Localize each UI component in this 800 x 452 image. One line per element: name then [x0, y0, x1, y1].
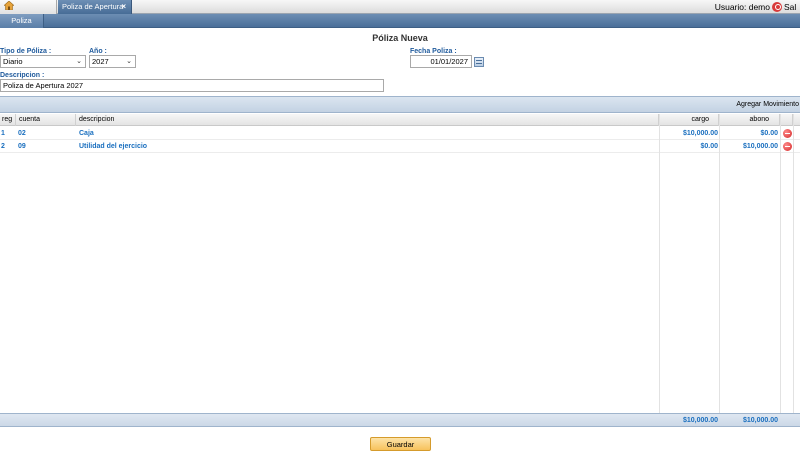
fecha-poliza-label: Fecha Poliza : — [410, 48, 457, 55]
chevron-down-icon: ⌄ — [76, 58, 82, 65]
tab-poliza-apertura-label: Poliza de Apertura — [62, 2, 124, 11]
cell-descripcion: Caja — [79, 130, 94, 137]
col-abono[interactable]: abono — [719, 114, 780, 126]
anio-select[interactable]: 2027 ⌄ — [89, 55, 136, 68]
chevron-down-icon: ⌄ — [126, 58, 132, 65]
logout-label: Sal — [784, 2, 797, 12]
user-label: Usuario: demo — [714, 2, 770, 12]
col-descripcion[interactable]: descripcion — [76, 114, 659, 126]
anio-value: 2027 — [92, 57, 109, 66]
cell-cargo: $0.00 — [700, 143, 718, 150]
total-cargo: $10,000.00 — [682, 417, 718, 424]
tab-home[interactable]: demodemo2 — [0, 0, 57, 25]
fecha-poliza-input[interactable]: 01/01/2027 — [410, 55, 472, 68]
total-abono: $10,000.00 — [742, 417, 778, 424]
table-row[interactable]: 2 09 Utilidad del ejercicio $0.00 $10,00… — [0, 140, 800, 153]
descripcion-label: Descripcion : — [0, 72, 45, 79]
add-movement-button[interactable]: Agregar Movimiento — [736, 97, 799, 114]
menu-item-poliza[interactable]: Poliza — [0, 14, 44, 28]
cell-cuenta: 02 — [18, 130, 26, 137]
grid-toolbar: Agregar Movimiento — [0, 96, 800, 113]
close-icon[interactable]: × — [121, 0, 126, 14]
page-title: Póliza Nueva — [372, 33, 428, 43]
calendar-icon[interactable] — [474, 57, 484, 67]
col-reg[interactable]: reg — [0, 114, 16, 126]
grid-header: reg cuenta descripcion cargo abono — [0, 114, 800, 126]
anio-label: Año : — [89, 48, 107, 55]
cell-abono: $0.00 — [760, 130, 778, 137]
logout-button[interactable]: Sal — [772, 0, 800, 14]
grid-totals: $10,000.00 $10,000.00 — [0, 413, 800, 427]
column-divider — [659, 114, 660, 413]
cell-reg: 2 — [1, 143, 5, 150]
home-icon — [4, 1, 14, 10]
cell-cuenta: 09 — [18, 143, 26, 150]
tipo-poliza-select[interactable]: Diario ⌄ — [0, 55, 86, 68]
top-tab-bar: demodemo2 Poliza de Apertura × Usuario: … — [0, 0, 800, 25]
table-row[interactable]: 1 02 Caja $10,000.00 $0.00 — [0, 127, 800, 140]
descripcion-input[interactable]: Poliza de Apertura 2027 — [0, 79, 384, 92]
menu-bar: Poliza — [0, 14, 800, 28]
column-divider — [719, 114, 720, 413]
tipo-poliza-label: Tipo de Póliza : — [0, 48, 52, 55]
col-cuenta[interactable]: cuenta — [16, 114, 76, 126]
cell-reg: 1 — [1, 130, 5, 137]
save-button[interactable]: Guardar — [370, 437, 431, 451]
column-divider — [780, 114, 781, 413]
cell-cargo: $10,000.00 — [682, 130, 718, 137]
power-icon — [772, 2, 782, 12]
delete-icon[interactable] — [783, 142, 792, 151]
tab-poliza-apertura[interactable]: Poliza de Apertura × — [58, 0, 132, 14]
cell-abono: $10,000.00 — [742, 143, 778, 150]
col-cargo[interactable]: cargo — [659, 114, 719, 126]
tipo-poliza-value: Diario — [3, 57, 23, 66]
grid-body: 1 02 Caja $10,000.00 $0.00 2 09 Utilidad… — [0, 127, 800, 413]
column-divider — [793, 114, 794, 413]
delete-icon[interactable] — [783, 129, 792, 138]
cell-descripcion: Utilidad del ejercicio — [79, 143, 148, 150]
col-actions — [780, 114, 793, 126]
